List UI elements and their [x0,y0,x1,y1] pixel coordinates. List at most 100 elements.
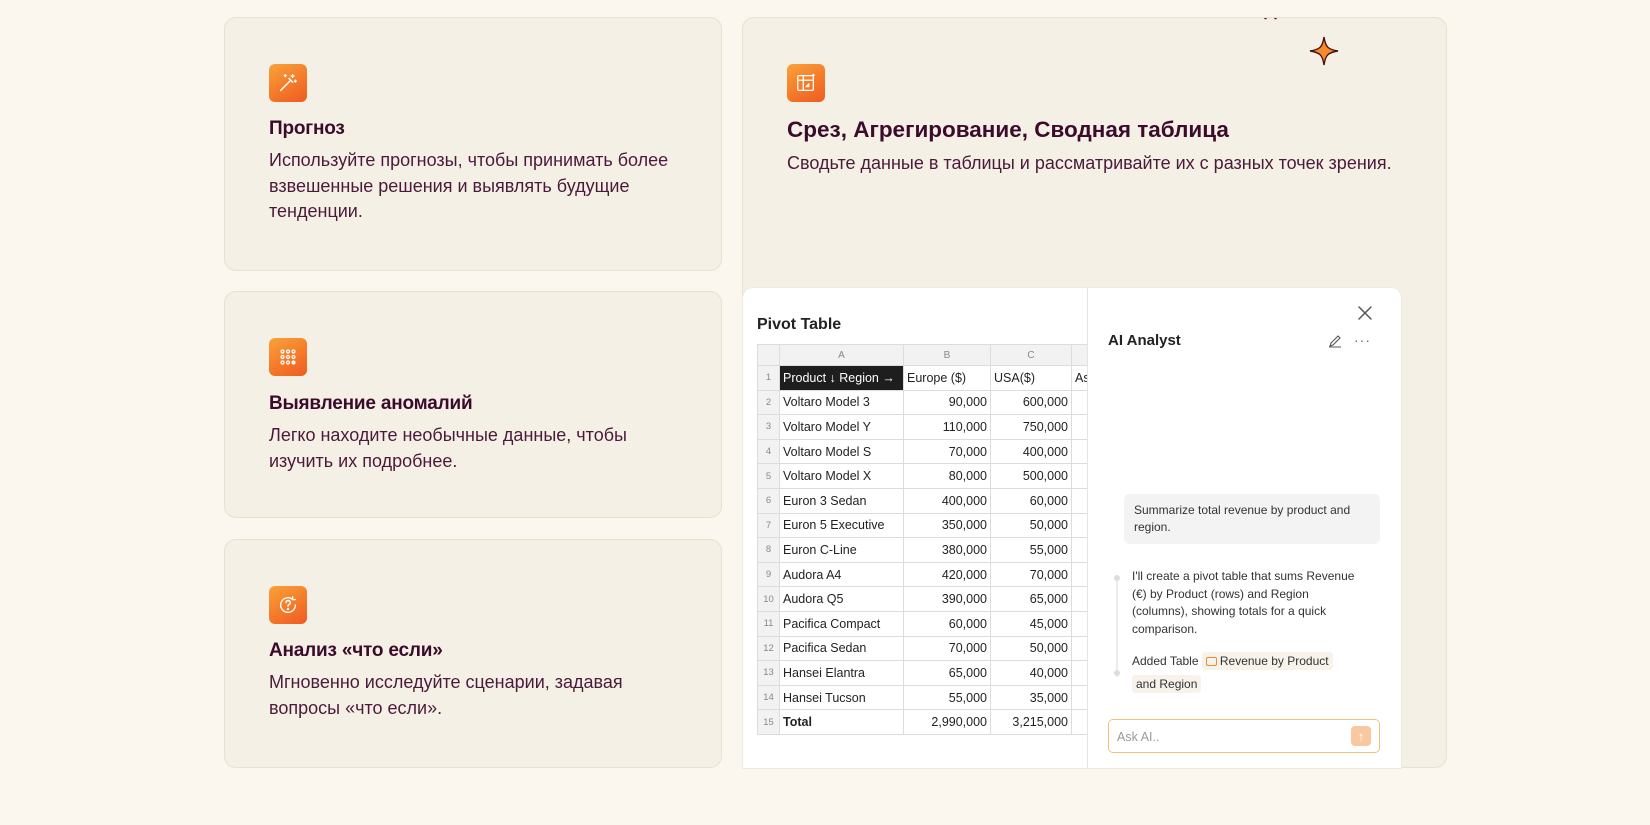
europe-cell[interactable]: 380,000 [903,537,991,563]
europe-cell[interactable]: 60,000 [903,610,991,637]
europe-cell[interactable]: 55,000 [903,684,991,711]
header-cell[interactable]: Europe ($) [903,365,991,391]
usa-cell[interactable]: 70,000 [990,561,1072,588]
europe-cell[interactable]: 70,000 [903,438,991,465]
app-screenshot: Pivot Table A B C 1 Product ↓ Region → E… [743,288,1401,768]
product-cell[interactable]: Hansei Tucson [779,684,904,711]
arrow-up-icon: ↑ [1357,728,1365,744]
decorative-lines [1263,18,1277,20]
product-cell[interactable]: Voltaro Model Y [779,414,904,440]
table-row: 13 Hansei Elantra 65,000 40,000 [757,660,1094,686]
feature-card-anomalies: Выявление аномалий Легко находите необыч… [224,291,722,518]
usa-cell[interactable]: 60,000 [990,487,1072,514]
table-chip-continued[interactable]: and Region [1132,675,1202,693]
column-letter[interactable]: A [779,344,904,366]
table-row: 14 Hansei Tucson 55,000 35,000 [757,684,1094,711]
card-description: Легко находите необычные данные, чтобы и… [269,423,627,474]
table-chip[interactable]: Revenue by Product [1201,652,1333,670]
close-icon[interactable] [1356,304,1374,322]
feature-card-forecast: Прогноз Используйте прогнозы, чтобы прин… [224,17,722,271]
usa-cell[interactable]: 45,000 [990,610,1072,637]
europe-cell[interactable]: 420,000 [903,561,991,588]
column-letter-row: A B C [757,344,1094,366]
added-prefix: Added Table [1132,654,1199,668]
card-title: Выявление аномалий [269,393,473,414]
dots-grid-icon [269,338,307,376]
europe-cell[interactable]: 90,000 [903,389,991,416]
ai-panel-title: AI Analyst [1108,332,1181,349]
europe-cell[interactable]: 65,000 [903,660,991,686]
card-desc-line: вопросы «что если». [269,697,443,718]
product-cell[interactable]: Audora Q5 [779,586,904,612]
usa-cell[interactable]: 750,000 [990,414,1072,440]
product-cell[interactable]: Hansei Elantra [779,660,904,686]
row-number: 15 [757,709,780,735]
product-cell[interactable]: Voltaro Model X [779,463,904,489]
europe-cell[interactable]: 110,000 [903,414,991,440]
row-number: 4 [757,438,780,465]
product-cell[interactable]: Euron C-Line [779,537,904,563]
table-row: 10 Audora Q5 390,000 65,000 [757,586,1094,612]
europe-cell[interactable]: 390,000 [903,586,991,612]
product-cell[interactable]: Audora A4 [779,561,904,588]
user-message: Summarize total revenue by product and r… [1124,494,1380,544]
product-cell[interactable]: Pacifica Compact [779,610,904,637]
column-letter[interactable]: C [990,344,1072,366]
header-row: 1 Product ↓ Region → Europe ($) USA($) A… [757,365,1094,391]
table-row: 5 Voltaro Model X 80,000 500,000 [757,463,1094,489]
pivot-table-icon [787,64,825,102]
row-number: 8 [757,537,780,563]
card-description: Используйте прогнозы, чтобы принимать бо… [269,148,668,225]
table-row: 9 Audora A4 420,000 70,000 [757,561,1094,588]
edit-icon[interactable] [1328,334,1342,348]
card-desc-line: Используйте прогнозы, чтобы принимать бо… [269,150,669,170]
row-number: 5 [757,463,780,489]
product-cell[interactable]: Pacifica Sedan [779,635,904,662]
card-desc-line: взвешенные решения и выявлять будущие [269,175,630,196]
row-number: 14 [757,684,780,711]
more-options-icon[interactable]: ··· [1354,332,1371,348]
europe-cell[interactable]: 80,000 [903,463,991,489]
ask-ai-box: ↑ [1108,719,1380,753]
europe-total[interactable]: 2,990,000 [903,709,991,735]
corner-cell [757,344,780,366]
product-cell[interactable]: Voltaro Model 3 [779,389,904,416]
europe-cell[interactable]: 350,000 [903,512,991,539]
europe-cell[interactable]: 70,000 [903,635,991,662]
usa-cell[interactable]: 65,000 [990,586,1072,612]
row-number: 11 [757,610,780,637]
usa-cell[interactable]: 50,000 [990,512,1072,539]
table-row: 3 Voltaro Model Y 110,000 750,000 [757,414,1094,440]
header-cell[interactable]: Product ↓ Region → [779,365,904,391]
usa-cell[interactable]: 600,000 [990,389,1072,416]
ask-ai-input[interactable] [1115,727,1339,747]
usa-cell[interactable]: 35,000 [990,684,1072,711]
feature-title: Срез, Агрегирование, Сводная таблица [787,117,1229,142]
card-desc-line: Легко находите необычные данные, чтобы [269,425,627,445]
feature-card-what-if: Анализ «что если» Мгновенно исследуйте с… [224,539,722,768]
timeline-dot [1114,575,1120,581]
send-button[interactable]: ↑ [1351,726,1371,746]
usa-cell[interactable]: 400,000 [990,438,1072,465]
question-cycle-icon [269,586,307,624]
usa-cell[interactable]: 500,000 [990,463,1072,489]
usa-cell[interactable]: 40,000 [990,660,1072,686]
table-row: 11 Pacifica Compact 60,000 45,000 [757,610,1094,637]
total-label[interactable]: Total [779,709,904,735]
magic-wand-icon [269,64,307,102]
usa-cell[interactable]: 55,000 [990,537,1072,563]
card-desc-line: тенденции. [269,201,363,221]
product-cell[interactable]: Euron 5 Executive [779,512,904,539]
row-number: 6 [757,487,780,514]
sparkle-icon [1309,36,1339,66]
europe-cell[interactable]: 400,000 [903,487,991,514]
row-number: 1 [757,365,780,391]
header-cell[interactable]: USA($) [990,365,1072,391]
table-icon [1205,657,1217,666]
usa-total[interactable]: 3,215,000 [990,709,1072,735]
product-cell[interactable]: Voltaro Model S [779,438,904,465]
column-letter[interactable]: B [903,344,991,366]
card-description: Мгновенно исследуйте сценарии, задавая в… [269,670,623,721]
usa-cell[interactable]: 50,000 [990,635,1072,662]
product-cell[interactable]: Euron 3 Sedan [779,487,904,514]
